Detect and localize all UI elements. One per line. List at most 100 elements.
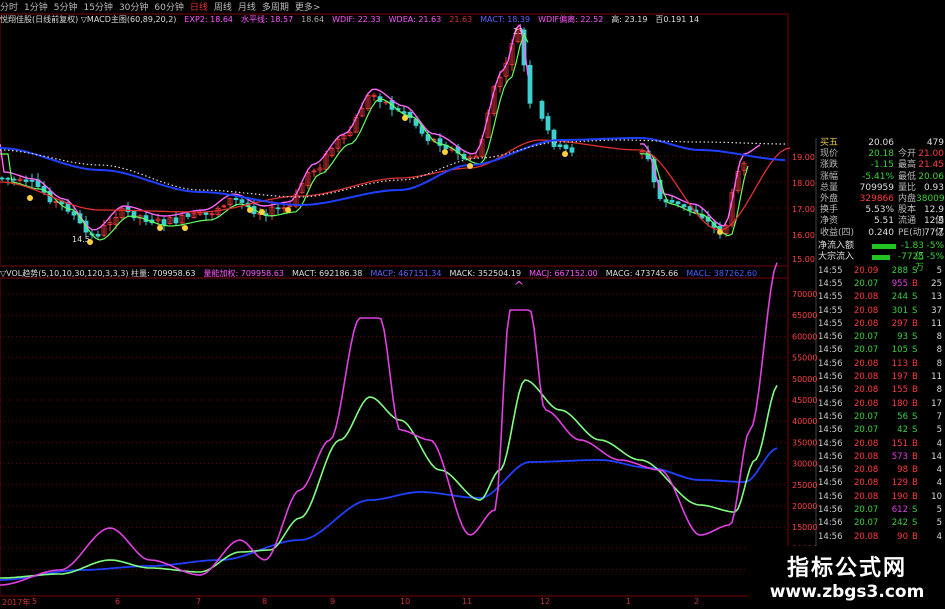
- time-axis-label: 5: [32, 597, 38, 606]
- tick-price: 20.08: [854, 292, 879, 303]
- tick-row[interactable]: 14:55 20.08 301 S 37: [816, 305, 945, 318]
- tick-price: 20.08: [854, 531, 879, 542]
- tick-volume: 93: [897, 332, 908, 343]
- kline-candle: [23, 179, 29, 182]
- quote-label-2: 今开: [898, 149, 917, 160]
- kline-candle: [539, 100, 545, 119]
- tick-price: 20.08: [854, 465, 879, 476]
- time-axis-label: 1: [626, 597, 632, 606]
- time-axis-label: 7: [196, 597, 202, 606]
- low-price-label: 14.5: [72, 235, 90, 244]
- tick-side: S: [912, 425, 918, 436]
- tick-row[interactable]: 14:56 20.08 90 B 4: [816, 531, 945, 544]
- tick-row[interactable]: 14:56 20.08 151 B 4: [816, 438, 945, 451]
- tick-volume: 288: [891, 265, 908, 276]
- vol-legend-item-7: MACL: 387262.60: [686, 269, 758, 278]
- tick-side: S: [912, 265, 918, 276]
- flow-percent: -5%: [926, 251, 944, 262]
- tick-count: 7: [936, 411, 942, 422]
- tick-time: 14:56: [818, 372, 843, 383]
- vol-legend-item-1: 量能加权: 709958.63: [203, 269, 285, 278]
- tick-row[interactable]: 14:55 20.07 955 B 25: [816, 278, 945, 291]
- period-tab-2[interactable]: 5分钟: [54, 3, 78, 13]
- tick-row[interactable]: 14:56 20.07 93 S 8: [816, 331, 945, 344]
- quote-row: 买五 20.06 479: [816, 138, 945, 149]
- tick-list[interactable]: 14:55 20.09 288 S 5 14:55 20.07 955 B 25 14:55 20.0…: [816, 265, 945, 544]
- kline-candle: [681, 204, 687, 208]
- volume-axis-label: 40000: [792, 417, 817, 426]
- kline-ma-magenta: [0, 23, 529, 231]
- tick-row[interactable]: 14:56 20.08 573 B 14: [816, 451, 945, 464]
- tick-row[interactable]: 14:56 20.08 197 B 11: [816, 371, 945, 384]
- tick-row[interactable]: 14:56 20.08 155 B 8: [816, 384, 945, 397]
- period-tab-10[interactable]: 更多>: [295, 3, 321, 13]
- period-tab-5[interactable]: 60分钟: [154, 3, 183, 13]
- period-tab-8[interactable]: 月线: [238, 3, 256, 13]
- tick-row[interactable]: 14:56 20.07 105 S 8: [816, 344, 945, 357]
- tick-side: S: [912, 305, 918, 316]
- tick-price: 20.09: [854, 265, 879, 276]
- tick-row[interactable]: 14:56 20.07 612 S 5: [816, 504, 945, 517]
- tick-row[interactable]: 14:56 20.07 42 S 5: [816, 424, 945, 437]
- tick-side: B: [912, 451, 918, 462]
- tick-row[interactable]: 14:56 20.08 180 B 17: [816, 398, 945, 411]
- tick-row[interactable]: 14:56 20.08 190 B 10: [816, 491, 945, 504]
- quote-value: 709959: [859, 182, 894, 193]
- tick-price: 20.08: [854, 305, 879, 316]
- signal-dot: [717, 229, 723, 235]
- kline-candle: [527, 64, 533, 104]
- quote-value-2: 20.06: [918, 171, 944, 182]
- period-tab-9[interactable]: 多周期: [262, 3, 289, 13]
- period-tab-4[interactable]: 30分钟: [119, 3, 148, 13]
- tick-side: B: [912, 278, 918, 289]
- tick-time: 14:56: [818, 478, 843, 489]
- quote-value-2: 21.45: [918, 160, 944, 171]
- signal-dot: [259, 209, 265, 215]
- tick-count: 5: [936, 425, 942, 436]
- quote-label: 总量: [820, 182, 839, 193]
- signal-dot: [247, 207, 253, 213]
- tick-row[interactable]: 14:55 20.08 297 B 11: [816, 318, 945, 331]
- tick-side: S: [912, 518, 918, 529]
- flow-row: 大宗流入 -7725万 -5%: [816, 251, 945, 273]
- quote-value-2: 77.7: [923, 227, 944, 238]
- period-tab-7[interactable]: 周线: [214, 3, 232, 13]
- period-tab-1[interactable]: 1分钟: [24, 3, 48, 13]
- quote-row: 现价 20.18 今开 21.00: [816, 149, 945, 160]
- quote-table: 买五 20.06 479 现价 20.18 今开 21.00 涨跌 -1.15 最高 21.45 涨幅…: [816, 138, 945, 239]
- tick-row[interactable]: 14:56 20.07 56 S 7: [816, 411, 945, 424]
- flow-label: 大宗流入: [818, 251, 855, 262]
- time-axis-label: 2017年: [2, 598, 31, 607]
- tick-row[interactable]: 14:56 20.08 113 B 8: [816, 358, 945, 371]
- tick-price: 20.08: [854, 385, 879, 396]
- kline-legend-item-10: 百0.191 14: [655, 15, 700, 24]
- tick-volume: 612: [891, 505, 908, 516]
- quote-value-2: 0.93: [923, 182, 944, 193]
- flow-bar: [872, 243, 896, 249]
- tick-row[interactable]: 14:56 20.07 242 S 5: [816, 517, 945, 530]
- tick-side: S: [912, 411, 918, 422]
- signal-dot: [285, 207, 291, 213]
- kline-candle: [185, 213, 191, 217]
- volume-axis-label: 15000: [792, 523, 817, 532]
- tick-side: B: [912, 372, 918, 383]
- tick-row[interactable]: 14:55 20.09 288 S 5: [816, 265, 945, 278]
- quote-label: 买五: [820, 138, 839, 148]
- quote-label-2: 最低: [898, 171, 917, 182]
- period-tab-6[interactable]: 日线: [190, 3, 208, 13]
- tick-volume: 955: [891, 278, 908, 289]
- stock-chart-canvas[interactable]: 19.00 18.00 17.00 16.00 15.00 70000 65000 60000…: [0, 0, 945, 609]
- quote-label-2: 最高: [898, 160, 917, 171]
- tick-row[interactable]: 14:56 20.08 129 B 4: [816, 477, 945, 490]
- period-tab-0[interactable]: 分时: [0, 3, 18, 13]
- tick-count: 5: [936, 518, 942, 529]
- tick-row[interactable]: 14:56 20.08 98 B 4: [816, 464, 945, 477]
- quote-row: 涨跌 -1.15 最高 21.45: [816, 160, 945, 171]
- tick-price: 20.08: [854, 438, 879, 449]
- period-tab-3[interactable]: 15分钟: [83, 3, 112, 13]
- tick-count: 11: [931, 372, 942, 383]
- tick-side: B: [912, 385, 918, 396]
- tick-volume: 573: [891, 451, 908, 462]
- kline-panel-frame: [0, 13, 789, 267]
- tick-row[interactable]: 14:55 20.08 244 S 13: [816, 291, 945, 304]
